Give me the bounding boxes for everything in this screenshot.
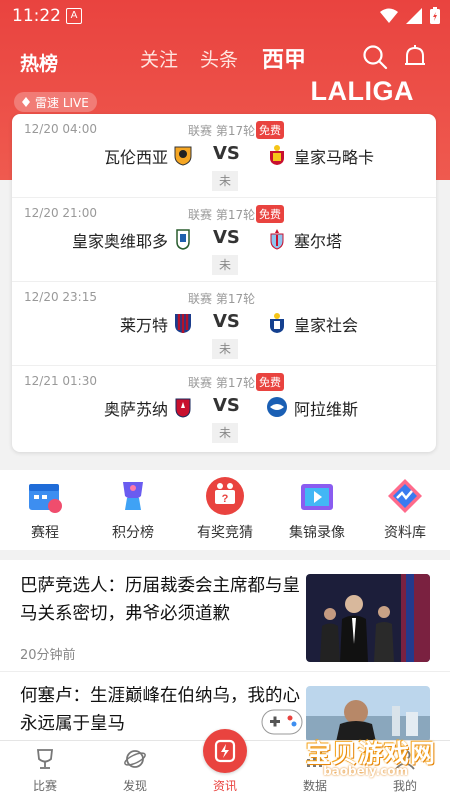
site-watermark: 宝贝游戏网 baobeiy.com [261, 709, 442, 780]
gamepad-icon [261, 709, 303, 735]
quick-link-label: 资料库 [384, 525, 426, 541]
tab-headlines[interactable]: 头条 [200, 45, 238, 72]
tab-discover[interactable]: 发现 [105, 747, 165, 794]
oviedo-crest-icon [176, 229, 190, 250]
tab-label: 比赛 [32, 779, 57, 793]
match-status: 未 [212, 423, 238, 443]
signal-icon [406, 7, 422, 24]
news-title: 巴萨竞选人：历届裁委会主席都与皇马关系密切，弗爷必须道歉 [20, 576, 300, 624]
away-team: 皇家马略卡 [294, 148, 375, 167]
trophy-icon [123, 482, 143, 510]
quiz-icon: ? [206, 477, 244, 515]
tab-matches[interactable]: 比赛 [15, 747, 75, 794]
home-team: 皇家奥维耶多 [71, 232, 168, 251]
match-status: 未 [212, 339, 238, 359]
osasuna-crest-icon [175, 398, 191, 418]
match-date: 12/20 21:00 [24, 206, 97, 220]
search-icon[interactable] [362, 44, 388, 70]
free-badge: 免费 [256, 205, 284, 223]
match-item[interactable]: 12/21 01:30 联赛 第17轮 免费 奥萨苏纳 VS 阿拉维斯 未 [12, 366, 436, 450]
battery-icon [430, 7, 440, 24]
quick-link-highlights[interactable]: 集锦录像 [272, 476, 362, 542]
vs-label: VS [213, 143, 240, 164]
top-nav: 热榜 关注 头条 西甲 [0, 40, 450, 80]
news-thumbnail-image [306, 574, 430, 662]
status-time: 11:22 [12, 6, 61, 26]
quick-link-quiz[interactable]: ? 有奖竞猜 [180, 476, 270, 542]
vs-label: VS [213, 311, 240, 332]
match-date: 12/20 23:15 [24, 290, 97, 304]
vs-label: VS [213, 395, 240, 416]
valencia-crest-icon [174, 146, 192, 166]
status-bar: 11:22 A [0, 0, 450, 32]
free-badge: 免费 [256, 373, 284, 391]
mallorca-crest-icon [270, 145, 284, 165]
away-team: 塞尔塔 [294, 232, 343, 251]
quick-link-standings[interactable]: 积分榜 [88, 476, 178, 542]
tab-label: 发现 [122, 779, 147, 793]
alaves-crest-icon [267, 397, 287, 417]
match-round: 联赛 第17轮 [188, 292, 256, 306]
match-round: 联赛 第17轮 [188, 124, 256, 138]
real-sociedad-crest-icon [270, 313, 284, 333]
match-item[interactable]: 12/20 04:00 联赛 第17轮 免费 瓦伦西亚 VS 皇家马略卡 未 [12, 114, 436, 198]
match-item[interactable]: 12/20 21:00 联赛 第17轮 免费 皇家奥维耶多 VS 塞尔塔 未 [12, 198, 436, 282]
news-item[interactable]: 巴萨竞选人：历届裁委会主席都与皇马关系密切，弗爷必须道歉 20分钟前 [0, 560, 450, 672]
quick-link-database[interactable]: 资料库 [360, 476, 450, 542]
live-badge[interactable]: 雷速 LIVE [14, 92, 97, 112]
levante-crest-icon [175, 314, 191, 333]
match-status: 未 [212, 255, 238, 275]
bell-icon[interactable] [402, 44, 428, 70]
tab-hot[interactable]: 热榜 [20, 49, 58, 76]
match-round: 联赛 第17轮 [188, 208, 256, 222]
home-team: 奥萨苏纳 [103, 400, 168, 419]
match-date: 12/20 04:00 [24, 122, 97, 136]
match-round: 联赛 第17轮 [188, 376, 256, 390]
database-icon [388, 479, 422, 513]
live-label: 雷速 LIVE [35, 95, 89, 110]
home-team: 莱万特 [119, 316, 168, 335]
celta-crest-icon [270, 229, 284, 250]
tab-laliga-logo[interactable]: 西甲 [262, 42, 306, 74]
quick-links: 赛程 积分榜 ? 有奖竞猜 集锦录像 资料库 [0, 470, 450, 550]
news-time: 20分钟前 [20, 648, 76, 663]
tab-news-label[interactable]: 资讯 [205, 777, 245, 794]
news-feed: 巴萨竞选人：历届裁委会主席都与皇马关系密切，弗爷必须道歉 20分钟前 何塞卢：生… [0, 560, 450, 750]
away-team: 皇家社会 [294, 316, 359, 335]
trophy-icon [36, 749, 54, 769]
tab-follow[interactable]: 关注 [140, 45, 178, 72]
away-team: 阿拉维斯 [294, 400, 359, 419]
laliga-banner-title: LALIGA [310, 76, 414, 106]
tab-news-button[interactable] [203, 729, 247, 773]
match-list-card: 12/20 04:00 联赛 第17轮 免费 瓦伦西亚 VS 皇家马略卡 未 1… [12, 114, 436, 452]
home-team: 瓦伦西亚 [103, 148, 168, 167]
match-status: 未 [212, 171, 238, 191]
wifi-icon [380, 8, 398, 23]
lightning-icon [214, 739, 236, 763]
quick-link-label: 有奖竞猜 [197, 525, 253, 541]
video-icon [301, 484, 333, 510]
vs-label: VS [213, 227, 240, 248]
quick-link-schedule[interactable]: 赛程 [0, 476, 90, 542]
quick-link-label: 集锦录像 [289, 525, 345, 541]
calendar-icon [29, 484, 62, 513]
notification-icon: A [66, 8, 82, 24]
quick-link-label: 赛程 [31, 525, 59, 541]
watermark-url: baobeiy.com [323, 764, 408, 778]
live-icon [22, 97, 30, 107]
quick-link-label: 积分榜 [112, 525, 154, 541]
free-badge: 免费 [256, 121, 284, 139]
planet-icon [124, 750, 146, 768]
match-item[interactable]: 12/20 23:15 联赛 第17轮 莱万特 VS 皇家社会 未 [12, 282, 436, 366]
match-date: 12/21 01:30 [24, 374, 97, 388]
svg-text:?: ? [222, 493, 229, 505]
